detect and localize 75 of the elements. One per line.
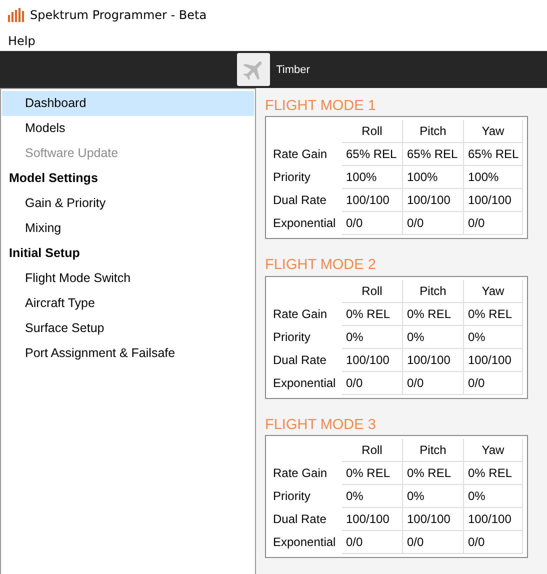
table-cell: 100/100 bbox=[403, 348, 464, 372]
table-cell: 0/0 bbox=[403, 212, 464, 236]
column-header: Roll bbox=[342, 438, 403, 462]
sidebar-item[interactable]: Aircraft Type bbox=[2, 291, 254, 316]
table-cell: 100% bbox=[403, 166, 464, 190]
model-thumbnail[interactable] bbox=[237, 53, 270, 86]
row-label: Exponential bbox=[272, 374, 337, 392]
row-label: Priority bbox=[272, 169, 312, 186]
row-label: Rate Gain bbox=[272, 146, 328, 164]
table-cell: 65% REL bbox=[464, 143, 523, 166]
table-cell: 0/0 bbox=[342, 212, 403, 236]
column-header: Pitch bbox=[403, 120, 464, 144]
section-title: FLIGHT MODE 2 bbox=[265, 256, 377, 276]
row-label: Priority bbox=[272, 488, 312, 505]
row-label: Exponential bbox=[272, 215, 337, 232]
column-header: Yaw bbox=[464, 120, 523, 144]
table-cell: 65% REL bbox=[403, 143, 464, 166]
table-cell: 0% REL bbox=[403, 302, 464, 326]
table-cell: 0% bbox=[403, 326, 464, 349]
table-cell: 0% bbox=[464, 484, 523, 508]
table-cell: 100% bbox=[464, 166, 523, 190]
table-cell: 0% bbox=[342, 484, 403, 508]
table-cell: 0/0 bbox=[342, 530, 403, 554]
sidebar-heading: Initial Setup bbox=[8, 245, 81, 262]
table-cell: 100/100 bbox=[464, 348, 523, 372]
table-cell: 0% bbox=[464, 326, 523, 349]
row-label: Priority bbox=[272, 328, 312, 346]
table-cell: 0/0 bbox=[342, 372, 403, 395]
table-cell: 0% REL bbox=[342, 302, 403, 326]
sidebar-item[interactable]: Surface Setup bbox=[2, 316, 254, 341]
table-cell: 100/100 bbox=[464, 189, 523, 212]
column-header: Roll bbox=[342, 120, 403, 144]
table-cell: 0% REL bbox=[464, 462, 523, 485]
section-title: FLIGHT MODE 3 bbox=[265, 416, 377, 435]
app-logo-icon bbox=[8, 8, 24, 22]
table-cell: 100% bbox=[342, 166, 403, 190]
sidebar-item[interactable]: Mixing bbox=[2, 216, 254, 241]
row-label: Dual Rate bbox=[272, 510, 328, 528]
table-cell: 65% REL bbox=[342, 143, 403, 166]
column-header: Yaw bbox=[464, 280, 523, 303]
table-cell: 100/100 bbox=[403, 189, 464, 212]
table-cell: 0% bbox=[342, 326, 403, 349]
row-label: Rate Gain bbox=[272, 464, 328, 482]
column-header: Roll bbox=[342, 280, 403, 303]
table-cell: 0/0 bbox=[403, 372, 464, 395]
sidebar-item[interactable]: Flight Mode Switch bbox=[2, 266, 254, 291]
sidebar-heading: Model Settings bbox=[8, 170, 99, 187]
column-header: Yaw bbox=[464, 438, 523, 462]
column-header: Pitch bbox=[403, 280, 464, 303]
sidebar-item[interactable]: Port Assignment & Failsafe bbox=[2, 341, 254, 366]
row-label: Exponential bbox=[272, 534, 337, 551]
table-cell: 100/100 bbox=[403, 508, 464, 531]
model-name: Timber bbox=[276, 64, 310, 76]
section-title: FLIGHT MODE 1 bbox=[265, 97, 377, 116]
row-label: Dual Rate bbox=[272, 352, 328, 369]
sidebar-item[interactable]: Models bbox=[2, 116, 254, 141]
sidebar-item[interactable]: Dashboard bbox=[2, 91, 254, 116]
table-cell: 100/100 bbox=[342, 189, 403, 212]
table-cell: 0% bbox=[403, 484, 464, 508]
table-cell: 0/0 bbox=[403, 530, 464, 554]
sidebar-item[interactable]: Gain & Priority bbox=[2, 191, 254, 216]
table-cell: 0/0 bbox=[464, 530, 523, 554]
window-title: Spektrum Programmer - Beta bbox=[30, 8, 207, 22]
table-cell: 0/0 bbox=[464, 212, 523, 236]
row-label: Dual Rate bbox=[272, 192, 328, 210]
table-cell: 0% REL bbox=[403, 462, 464, 485]
table-cell: 0/0 bbox=[464, 372, 523, 395]
table-cell: 100/100 bbox=[342, 348, 403, 372]
table-cell: 100/100 bbox=[464, 508, 523, 531]
row-label: Rate Gain bbox=[272, 306, 328, 323]
menu-item[interactable]: Help bbox=[4, 34, 40, 48]
column-header: Pitch bbox=[403, 438, 464, 462]
table-cell: 0% REL bbox=[464, 302, 523, 326]
table-cell: 100/100 bbox=[342, 508, 403, 531]
table-cell: 0% REL bbox=[342, 462, 403, 485]
